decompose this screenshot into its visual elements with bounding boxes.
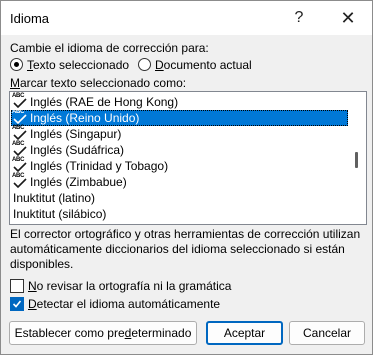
spellcheck-icon: ABC — [12, 125, 28, 141]
radio-current-document-label[interactable]: Documento actual — [155, 58, 252, 72]
language-name: Inglés (RAE de Hong Kong) — [30, 95, 179, 109]
language-dialog: Idioma ? ✕ Cambie el idioma de correcció… — [0, 0, 373, 355]
help-button[interactable]: ? — [277, 5, 321, 31]
no-proofing-checkbox-box[interactable] — [10, 279, 24, 293]
radio-selected-text-indicator[interactable] — [10, 58, 23, 71]
info-text: El corrector ortográfico y otras herrami… — [10, 227, 361, 271]
language-name: Inuktitut (latino) — [13, 191, 96, 205]
language-name: Inglés (Singapur) — [30, 127, 122, 141]
help-icon: ? — [294, 9, 304, 26]
set-default-button[interactable]: Establecer como pre d eterminado — [9, 321, 197, 345]
language-name: Inglés (Trinidad y Tobago) — [30, 159, 169, 173]
language-item[interactable]: ABC Inglés (Singapur) — [11, 125, 348, 142]
scrollbar-thumb[interactable] — [355, 152, 358, 168]
checkmark-icon — [12, 300, 22, 308]
language-item[interactable]: ABC Inglés (Zimbabue) — [11, 173, 348, 190]
close-button[interactable]: ✕ — [326, 5, 370, 31]
detect-language-label[interactable]: Detectar el idioma automáticamente — [28, 297, 220, 311]
no-proofing-label[interactable]: No revisar la ortografía ni la gramática — [28, 279, 231, 293]
language-name: Inglés (Reino Unido) — [30, 111, 140, 125]
language-list-label: Marcar texto seleccionado como: — [10, 76, 187, 90]
detect-language-checkbox-box[interactable] — [10, 297, 24, 311]
spellcheck-icon: ABC — [12, 93, 28, 109]
language-item[interactable]: ABC Inglés (Sudáfrica) — [11, 141, 348, 158]
language-item[interactable]: ABC Inglés (Trinidad y Tobago) — [11, 157, 348, 174]
language-item-selected[interactable]: ABC Inglés (Reino Unido) — [11, 109, 348, 126]
language-name: Inglés (Zimbabue) — [30, 175, 127, 189]
language-list[interactable]: ABC Inglés (RAE de Hong Kong) ABC Inglés… — [9, 91, 367, 225]
language-item[interactable]: Inuktitut (latino) — [11, 190, 348, 206]
ok-button[interactable]: Aceptar — [206, 321, 283, 345]
cancel-button[interactable]: Cancelar — [289, 321, 365, 345]
radio-current-document-indicator[interactable] — [138, 58, 151, 71]
spellcheck-icon: ABC — [12, 141, 28, 157]
spellcheck-icon: ABC — [12, 173, 28, 189]
radio-selected-text-label[interactable]: Texto seleccionado — [27, 58, 129, 72]
language-item[interactable]: ABC Inglés (RAE de Hong Kong) — [11, 93, 348, 110]
list-scrollbar[interactable] — [348, 92, 365, 224]
dialog-title: Idioma — [10, 11, 50, 26]
language-item[interactable]: Inuktitut (silábico) — [11, 206, 348, 222]
language-name: Inuktitut (silábico) — [13, 207, 107, 221]
title-bar: Idioma ? ✕ — [1, 1, 372, 35]
spellcheck-icon: ABC — [12, 109, 28, 125]
language-name: Inglés (Sudáfrica) — [30, 143, 125, 157]
spellcheck-icon: ABC — [12, 157, 28, 173]
close-icon: ✕ — [340, 7, 356, 28]
mark-for-label: Cambie el idioma de corrección para: — [10, 41, 209, 55]
